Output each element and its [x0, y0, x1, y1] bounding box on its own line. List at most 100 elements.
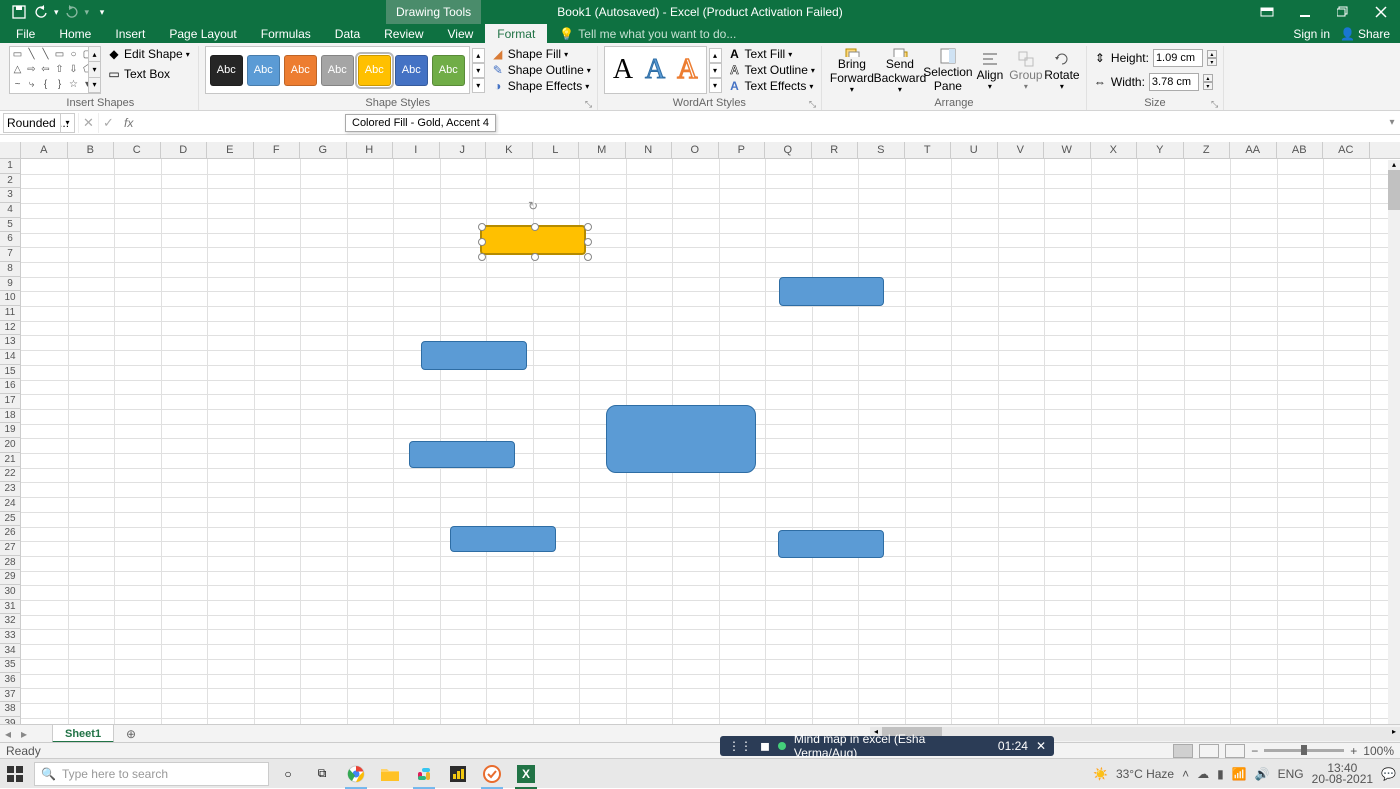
resize-handle[interactable] — [584, 238, 592, 246]
column-header[interactable]: P — [719, 142, 766, 158]
column-header[interactable]: R — [812, 142, 859, 158]
wordart-launcher-icon[interactable]: ⤡ — [809, 99, 819, 109]
column-header[interactable]: V — [998, 142, 1045, 158]
height-down-icon[interactable]: ▾ — [1207, 58, 1217, 66]
row-header[interactable]: 20 — [0, 438, 20, 453]
style-up-icon[interactable]: ▴ — [472, 48, 485, 63]
column-header[interactable]: B — [68, 142, 115, 158]
height-up-icon[interactable]: ▴ — [1207, 50, 1217, 58]
row-header[interactable]: 12 — [0, 321, 20, 336]
ribbon-display-icon[interactable] — [1258, 3, 1276, 21]
resize-handle[interactable] — [478, 238, 486, 246]
row-header[interactable]: 2 — [0, 174, 20, 189]
app-icon[interactable] — [477, 759, 507, 789]
cells-area[interactable]: ↻ — [21, 159, 1400, 724]
language-indicator[interactable]: ENG — [1278, 767, 1304, 781]
row-header[interactable]: 17 — [0, 394, 20, 409]
column-header[interactable]: L — [533, 142, 580, 158]
shape-brace-r-icon[interactable]: } — [53, 78, 66, 90]
row-header[interactable]: 21 — [0, 453, 20, 468]
send-backward-button[interactable]: Send Backward▾ — [876, 46, 924, 94]
rounded-rectangle-shape[interactable] — [450, 526, 556, 552]
row-header[interactable]: 27 — [0, 541, 20, 556]
column-header[interactable]: Z — [1184, 142, 1231, 158]
row-header[interactable]: 6 — [0, 232, 20, 247]
taskbar-search[interactable]: 🔍Type here to search — [34, 762, 269, 786]
row-header[interactable]: 36 — [0, 673, 20, 688]
shape-arrow-r-icon[interactable]: ⇨ — [25, 63, 38, 75]
gallery-more-icon[interactable]: ▾ — [89, 78, 100, 93]
select-all-corner[interactable] — [0, 142, 21, 159]
wordart-more-icon[interactable]: ▾ — [709, 78, 722, 93]
shape-curve-icon[interactable]: ~ — [11, 78, 24, 90]
text-effects-button[interactable]: AText Effects▾ — [728, 79, 815, 93]
close-icon[interactable] — [1372, 3, 1390, 21]
save-icon[interactable] — [10, 3, 28, 21]
row-header[interactable]: 11 — [0, 306, 20, 321]
column-header[interactable]: E — [207, 142, 254, 158]
rounded-rectangle-shape[interactable] — [778, 530, 884, 558]
column-header[interactable]: D — [161, 142, 208, 158]
shape-line2-icon[interactable]: ╲ — [39, 48, 52, 60]
width-up-icon[interactable]: ▴ — [1203, 74, 1213, 82]
task-view-icon[interactable]: ⧉ — [307, 759, 337, 789]
shape-style-swatch-2[interactable]: Abc — [284, 55, 317, 86]
row-header[interactable]: 10 — [0, 291, 20, 306]
file-explorer-icon[interactable] — [375, 759, 405, 789]
worksheet-grid[interactable]: ABCDEFGHIJKLMNOPQRSTUVWXYZAAABAC 1234567… — [0, 142, 1400, 724]
rounded-rectangle-shape[interactable] — [409, 441, 515, 468]
column-header[interactable]: J — [440, 142, 487, 158]
row-header[interactable]: 5 — [0, 218, 20, 233]
tab-home[interactable]: Home — [47, 24, 103, 43]
sheet-tab-1[interactable]: Sheet1 — [52, 725, 114, 743]
column-header[interactable]: K — [486, 142, 533, 158]
row-header[interactable]: 25 — [0, 512, 20, 527]
zoom-out-icon[interactable]: − — [1251, 744, 1258, 758]
text-fill-button[interactable]: AText Fill▾ — [728, 47, 815, 61]
column-header[interactable]: Y — [1137, 142, 1184, 158]
zoom-slider[interactable] — [1264, 749, 1344, 752]
shape-style-swatch-6[interactable]: Abc — [432, 55, 465, 86]
row-header[interactable]: 32 — [0, 614, 20, 629]
tab-data[interactable]: Data — [323, 24, 372, 43]
column-header[interactable]: U — [951, 142, 998, 158]
bring-forward-button[interactable]: Bring Forward▾ — [828, 46, 876, 94]
shapes-gallery[interactable]: ▭ ╲ ╲ ▭ ○ ▢ △ ⇨ ⇦ ⇧ ⇩ ⬠ ~ ⤷ { } ☆ ▾ ▴▾▾ — [9, 46, 101, 94]
row-header[interactable]: 8 — [0, 262, 20, 277]
column-header[interactable]: T — [905, 142, 952, 158]
wifi-icon[interactable]: 📶 — [1232, 767, 1247, 781]
cancel-formula-icon[interactable]: ✕ — [78, 113, 98, 133]
tab-format[interactable]: Format — [485, 24, 547, 43]
gallery-down-icon[interactable]: ▾ — [89, 62, 100, 77]
volume-icon[interactable]: 🔊 — [1255, 767, 1270, 781]
wordart-gallery[interactable]: A A A — [604, 46, 707, 94]
row-header[interactable]: 22 — [0, 467, 20, 482]
vertical-scrollbar[interactable]: ▴ — [1388, 160, 1400, 724]
shape-textbox-icon[interactable]: ▭ — [11, 48, 24, 60]
powerbi-icon[interactable] — [443, 759, 473, 789]
zoom-level[interactable]: 100% — [1363, 744, 1394, 758]
align-button[interactable]: Align▾ — [972, 46, 1008, 94]
resize-handle[interactable] — [531, 253, 539, 261]
column-header[interactable]: AB — [1277, 142, 1324, 158]
rotate-button[interactable]: Rotate▾ — [1044, 46, 1080, 94]
row-header[interactable]: 18 — [0, 409, 20, 424]
rounded-rectangle-shape[interactable]: ↻ — [480, 225, 586, 255]
shape-style-swatch-1[interactable]: Abc — [247, 55, 280, 86]
tab-file[interactable]: File — [4, 24, 47, 43]
recording-close-icon[interactable]: ✕ — [1036, 739, 1046, 753]
row-header[interactable]: 7 — [0, 247, 20, 262]
redo-icon[interactable] — [63, 3, 81, 21]
weather-icon[interactable]: ☀️ — [1093, 767, 1108, 781]
shape-connector-icon[interactable]: ⤷ — [25, 78, 38, 90]
text-outline-button[interactable]: AText Outline▾ — [728, 63, 815, 77]
fx-icon[interactable]: fx — [124, 116, 133, 130]
rounded-rectangle-shape[interactable] — [779, 277, 884, 306]
shape-outline-button[interactable]: ✎Shape Outline▾ — [491, 63, 591, 77]
view-normal-icon[interactable] — [1173, 744, 1193, 758]
tell-me[interactable]: 💡 — [559, 24, 758, 43]
resize-handle[interactable] — [584, 253, 592, 261]
row-header[interactable]: 16 — [0, 379, 20, 394]
onedrive-icon[interactable]: ☁ — [1197, 767, 1209, 781]
shape-arrow-d-icon[interactable]: ⇩ — [67, 63, 80, 75]
